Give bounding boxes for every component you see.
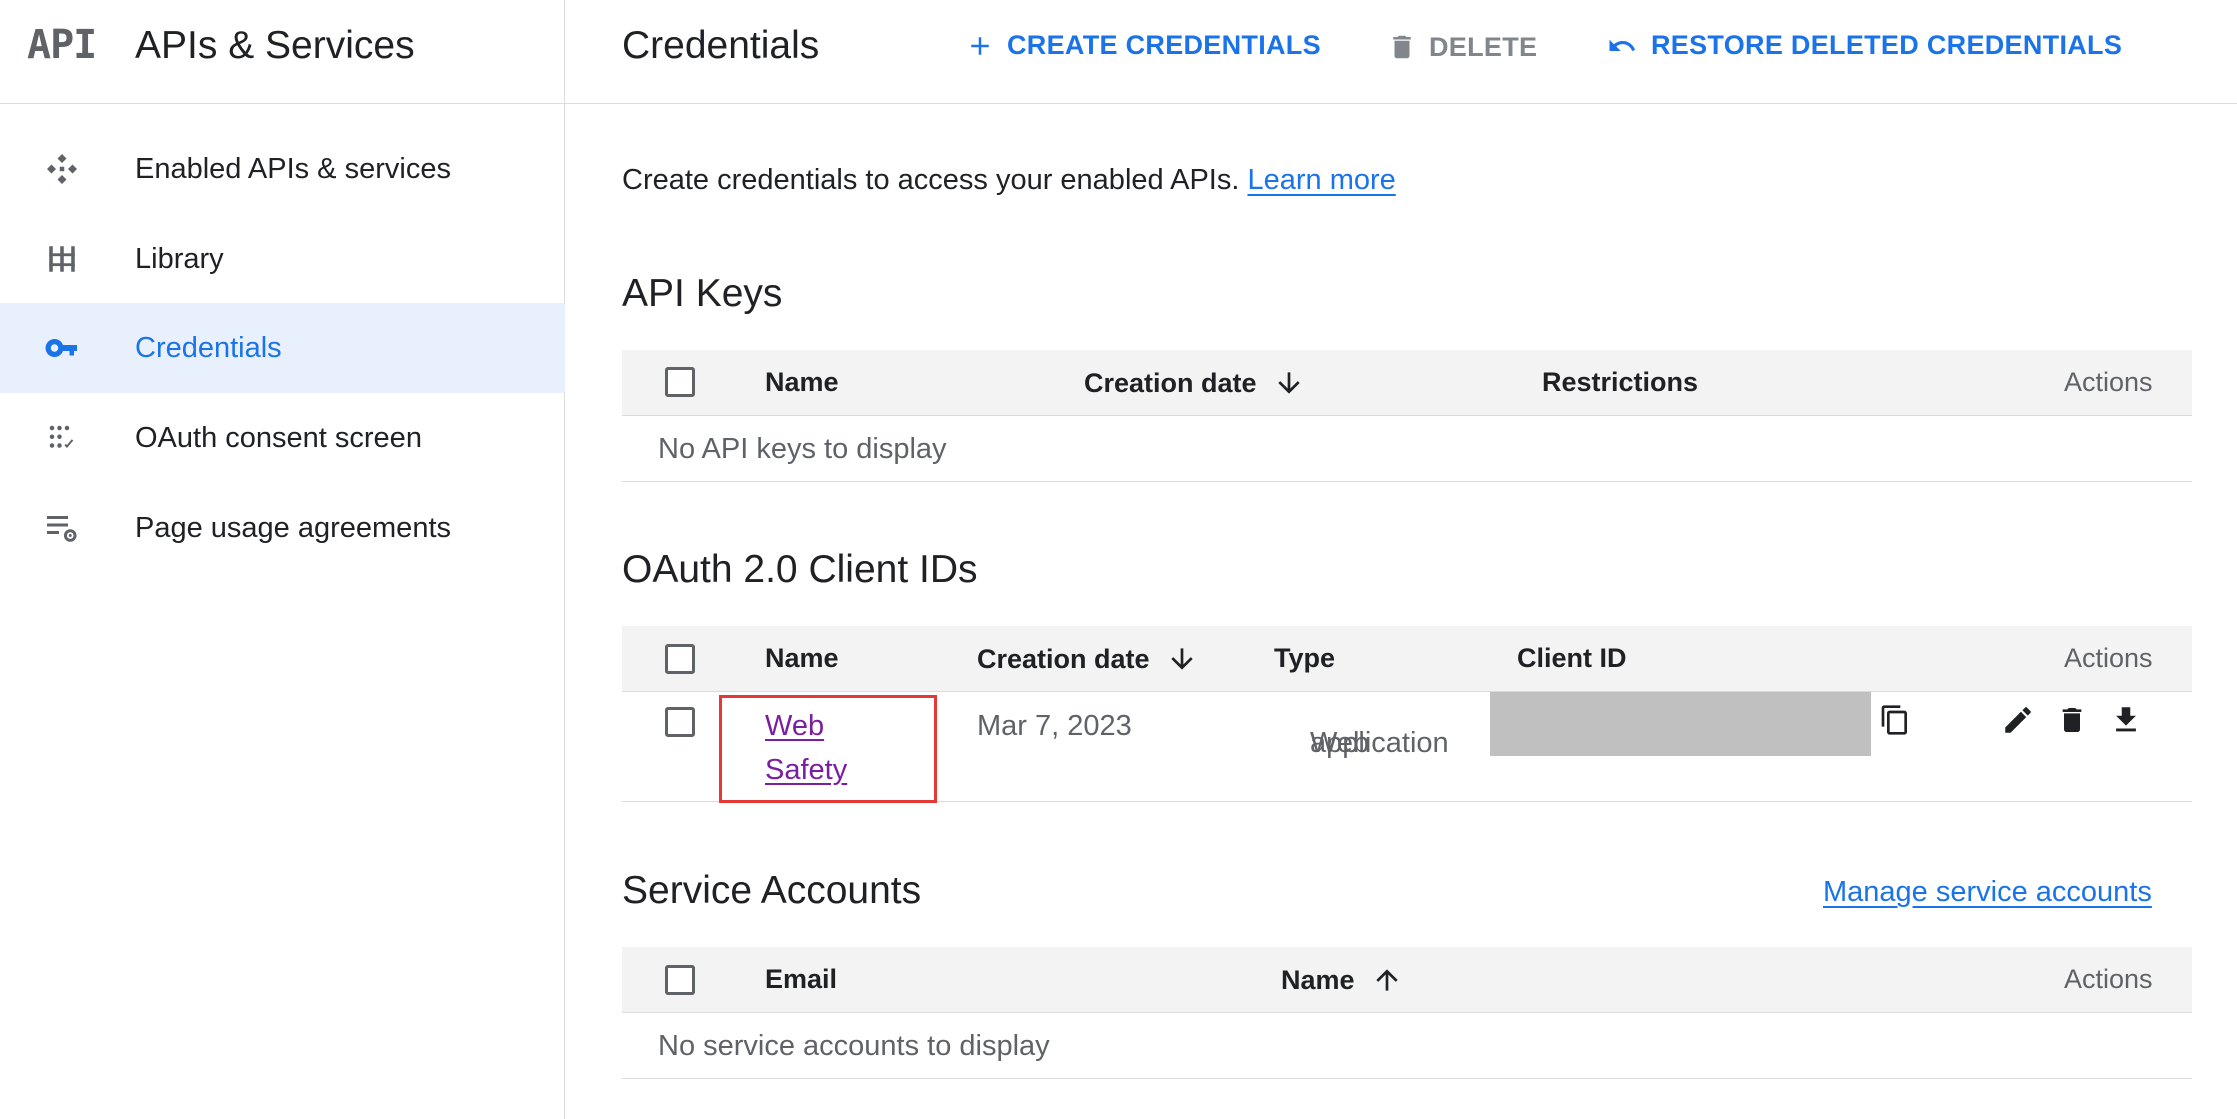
arrow-down-icon [1277,372,1300,394]
table-header: Name Creation date Type Client ID Action… [622,626,2192,692]
creation-date-cell: Mar 7, 2023 [977,710,1132,742]
column-creation-date[interactable]: Creation date [1084,367,1305,399]
column-client-id: Client ID [1517,643,1627,673]
copy-icon [1881,705,1907,735]
column-creation-date-label: Creation date [1084,367,1257,398]
sidebar-item-enabled-apis[interactable]: Enabled APIs & services [0,124,565,214]
row-checkbox[interactable] [665,707,695,737]
select-all-checkbox[interactable] [665,965,695,995]
sidebar-item-label: Library [135,242,224,275]
key-icon [44,330,80,366]
sidebar-item-label: OAuth consent screen [135,421,422,454]
type-line2: application [1310,727,1449,759]
plus-icon [971,36,989,55]
delete-client-button[interactable] [2052,700,2092,740]
column-creation-date[interactable]: Creation date [977,643,1198,675]
service-accounts-title: Service Accounts [622,869,922,912]
empty-message: No service accounts to display [658,1030,1050,1062]
sidebar-item-page-usage[interactable]: Page usage agreements [0,483,565,573]
create-credentials-label: CREATE CREDENTIALS [1007,30,1321,60]
empty-row: No service accounts to display [622,1013,2192,1079]
sidebar-item-label: Credentials [135,331,282,364]
column-actions: Actions [2064,367,2153,397]
pencil-icon [2005,707,2031,733]
select-all-checkbox[interactable] [665,367,695,397]
download-icon [2116,707,2136,732]
download-client-button[interactable] [2106,700,2146,740]
column-email[interactable]: Email [765,964,837,995]
delete-button[interactable]: DELETE [1387,30,1537,64]
restore-label: RESTORE DELETED CREDENTIALS [1651,30,2123,60]
sidebar-item-credentials[interactable]: Credentials [0,303,565,393]
edit-client-button[interactable] [1998,700,2038,740]
column-actions: Actions [2064,964,2153,994]
copy-client-id-button[interactable] [1875,700,1915,740]
api-logo: API [27,22,97,68]
intro-text: Create credentials to access your enable… [622,164,1396,197]
column-name[interactable]: Name [765,643,839,674]
empty-message: No API keys to display [658,433,947,465]
trash-icon [2062,708,2082,732]
sidebar-item-oauth-consent[interactable]: OAuth consent screen [0,393,565,483]
column-name[interactable]: Name [1281,964,1403,996]
delete-label: DELETE [1429,31,1538,62]
column-name[interactable]: Name [765,367,839,398]
page-settings-icon [44,510,80,546]
table-header: Name Creation date Restrictions Actions [622,350,2192,416]
oauth-title: OAuth 2.0 Client IDs [622,548,978,591]
page-title: Credentials [622,24,820,67]
library-icon [44,241,80,277]
enabled-apis-icon [44,151,80,187]
table-row: Web Safety Mar 7, 2023 Web application [622,692,2192,803]
select-all-checkbox[interactable] [665,644,695,674]
learn-more-link[interactable]: Learn more [1247,164,1395,196]
oauth-consent-icon [44,420,80,456]
intro-description: Create credentials to access your enable… [622,164,1248,196]
api-keys-title: API Keys [622,272,783,315]
trash-icon [1393,35,1411,59]
highlight-box [719,695,937,803]
sidebar-item-label: Enabled APIs & services [135,152,451,185]
column-actions: Actions [2064,643,2153,673]
arrow-down-icon [1170,648,1193,670]
sidebar-item-library[interactable]: Library [0,214,565,304]
arrow-up-icon [1375,969,1398,991]
restore-deleted-credentials-button[interactable]: RESTORE DELETED CREDENTIALS [1605,30,2122,61]
page-header: Credentials CREATE CREDENTIALS DELETE RE… [565,0,2237,104]
empty-row: No API keys to display [622,416,2192,482]
create-credentials-button[interactable]: CREATE CREDENTIALS [965,30,1321,61]
column-restrictions: Restrictions [1542,367,1699,397]
client-id-redacted [1490,692,1871,756]
manage-service-accounts-link[interactable]: Manage service accounts [1823,876,2152,909]
column-name-label: Name [1281,964,1355,995]
sidebar-item-label: Page usage agreements [135,511,451,544]
brand-header: API APIs & Services [0,0,565,104]
table-header: Email Name Actions [622,947,2192,1013]
column-type[interactable]: Type [1274,643,1335,674]
product-title: APIs & Services [135,24,415,67]
undo-icon [1609,39,1636,51]
column-creation-date-label: Creation date [977,643,1150,674]
sidebar: API APIs & Services Enabled APIs & servi… [0,0,565,1119]
